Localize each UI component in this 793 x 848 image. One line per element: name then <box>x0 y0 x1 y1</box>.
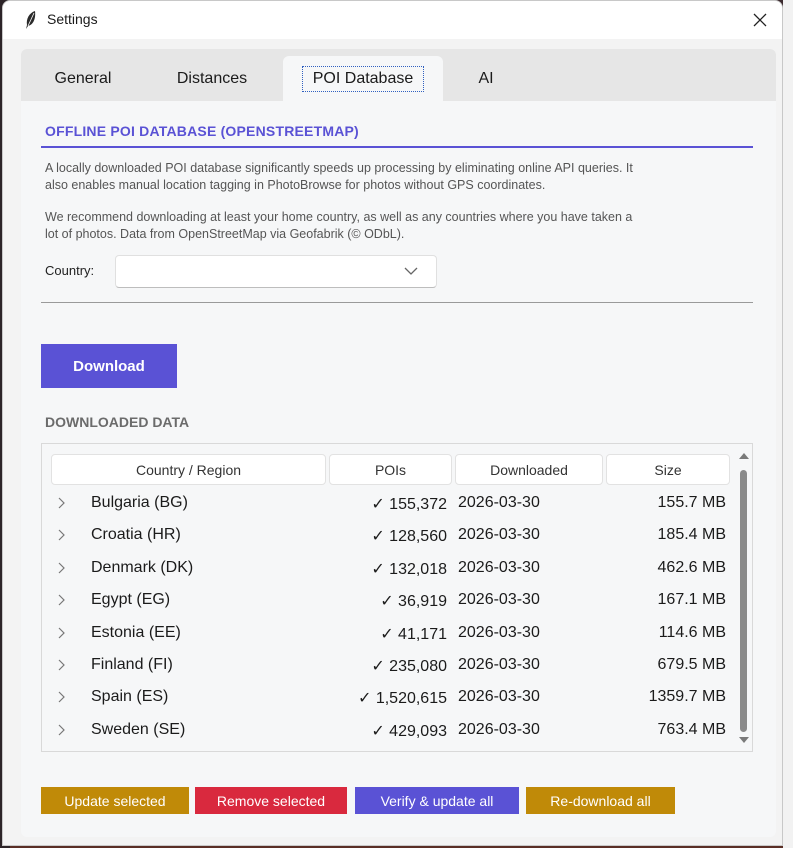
table-row[interactable]: Bulgaria (BG) ✓ 155,372 2026-03-30 155.7 MB <box>42 488 732 520</box>
download-button[interactable]: Download <box>41 344 177 388</box>
cell-pois: ✓ 155,372 <box>371 496 447 513</box>
scroll-up-icon[interactable] <box>737 450 751 462</box>
cell-downloaded: 2026-03-30 <box>458 623 540 641</box>
country-dropdown[interactable] <box>115 255 437 288</box>
chevron-right-icon[interactable] <box>58 529 66 541</box>
table-row[interactable]: Croatia (HR) ✓ 128,560 2026-03-30 185.4 MB <box>42 520 732 552</box>
cell-size: 1359.7 MB <box>648 688 726 706</box>
description-line: also enables manual location tagging in … <box>45 177 546 192</box>
cell-downloaded: 2026-03-30 <box>458 591 540 609</box>
cell-downloaded: 2026-03-30 <box>458 656 540 673</box>
cell-country: Denmark (DK) <box>91 558 194 576</box>
cell-country: Estonia (EE) <box>91 623 181 641</box>
window-title: Settings <box>47 11 98 27</box>
feather-icon <box>26 11 36 29</box>
tab-ai[interactable]: AI <box>461 56 511 101</box>
settings-window: Settings General Distances POI Database … <box>2 0 783 846</box>
table-row[interactable]: Estonia (EE) ✓ 41,171 2026-03-30 114.6 MB <box>42 618 732 650</box>
table-row[interactable]: Egypt (EG) ✓ 36,919 2026-03-30 167.1 MB <box>42 585 732 617</box>
column-header-country[interactable]: Country / Region <box>51 454 326 485</box>
close-icon <box>753 13 767 27</box>
cell-size: 114.6 MB <box>658 623 726 641</box>
chevron-right-icon[interactable] <box>58 562 66 574</box>
downloaded-data-title: DOWNLOADED DATA <box>45 414 190 430</box>
tab-bar: General Distances POI Database AI <box>21 49 776 101</box>
cell-pois: ✓ 132,018 <box>371 560 447 578</box>
description-line: A locally downloaded POI database signif… <box>45 161 633 175</box>
scrollbar-thumb[interactable] <box>740 470 747 732</box>
desktop-background-right <box>783 0 793 848</box>
tab-ai-label: AI <box>478 69 494 87</box>
table-row[interactable]: Sweden (SE) ✓ 429,093 2026-03-30 763.4 MB <box>42 715 732 747</box>
tab-distances[interactable]: Distances <box>157 56 267 101</box>
cell-pois: ✓ 1,520,615 <box>357 690 447 708</box>
cell-size: 763.4 MB <box>657 720 726 738</box>
cell-country: Finland (FI) <box>91 656 173 673</box>
chevron-right-icon[interactable] <box>58 627 66 639</box>
section-divider <box>41 302 753 303</box>
description-paragraph-2: We recommend downloading at least your h… <box>45 209 745 242</box>
column-header-downloaded[interactable]: Downloaded <box>455 454 603 485</box>
tab-distances-label: Distances <box>176 69 248 87</box>
table-scrollbar[interactable] <box>737 448 751 748</box>
cell-country: Egypt (EG) <box>91 591 171 609</box>
cell-size: 167.1 MB <box>657 591 726 609</box>
cell-country: Croatia (HR) <box>91 526 181 544</box>
redownload-all-button[interactable]: Re-download all <box>526 787 675 814</box>
cell-country: Sweden (SE) <box>91 720 186 738</box>
chevron-right-icon[interactable] <box>58 691 66 703</box>
description-line: lot of photos. Data from OpenStreetMap v… <box>45 226 405 241</box>
cell-downloaded: 2026-03-30 <box>458 558 540 576</box>
section-title: OFFLINE POI DATABASE (OPENSTREETMAP) <box>45 123 359 139</box>
country-label: Country: <box>45 263 95 278</box>
downloaded-data-table[interactable]: Country / Region POIs Downloaded Size Bu… <box>41 443 753 752</box>
cell-country: Spain (ES) <box>91 688 169 706</box>
description-line: We recommend downloading at least your h… <box>45 210 633 224</box>
chevron-right-icon[interactable] <box>58 497 66 509</box>
tab-general-label: General <box>54 69 112 87</box>
section-title-underline <box>41 146 753 148</box>
scroll-down-icon[interactable] <box>737 734 751 746</box>
column-header-size[interactable]: Size <box>606 454 730 485</box>
title-bar[interactable]: Settings <box>3 1 782 39</box>
chevron-right-icon[interactable] <box>58 724 66 736</box>
table-row[interactable]: Spain (ES) ✓ 1,520,615 2026-03-30 1359.7 MB <box>42 682 732 714</box>
close-button[interactable] <box>738 1 782 39</box>
chevron-right-icon[interactable] <box>58 594 66 606</box>
tab-general[interactable]: General <box>35 56 131 101</box>
cell-pois: ✓ 429,093 <box>371 722 447 740</box>
chevron-right-icon[interactable] <box>58 659 66 671</box>
cell-country: Bulgaria (BG) <box>91 494 188 511</box>
cell-size: 185.4 MB <box>657 526 726 544</box>
verify-update-all-button[interactable]: Verify & update all <box>355 787 519 814</box>
remove-selected-button[interactable]: Remove selected <box>195 787 347 814</box>
table-row[interactable]: Denmark (DK) ✓ 132,018 2026-03-30 462.6 MB <box>42 553 732 585</box>
cell-pois: ✓ 235,080 <box>371 658 447 675</box>
cell-size: 155.7 MB <box>657 494 726 511</box>
cell-downloaded: 2026-03-30 <box>458 688 540 706</box>
cell-downloaded: 2026-03-30 <box>458 720 540 738</box>
table-row[interactable]: Finland (FI) ✓ 235,080 2026-03-30 679.5 MB <box>42 650 732 682</box>
update-selected-button[interactable]: Update selected <box>41 787 189 814</box>
description-paragraph-1: A locally downloaded POI database signif… <box>45 160 745 193</box>
cell-size: 679.5 MB <box>657 656 726 673</box>
tab-poi-database[interactable]: POI Database <box>283 56 443 101</box>
chevron-down-icon <box>404 267 418 275</box>
column-header-pois[interactable]: POIs <box>329 454 452 485</box>
cell-pois: ✓ 128,560 <box>371 528 447 546</box>
cell-downloaded: 2026-03-30 <box>458 526 540 544</box>
cell-size: 462.6 MB <box>657 558 726 576</box>
cell-pois: ✓ 36,919 <box>380 593 447 611</box>
cell-pois: ✓ 41,171 <box>380 625 447 643</box>
cell-downloaded: 2026-03-30 <box>458 494 540 511</box>
tab-poi-database-label: POI Database <box>301 65 425 92</box>
